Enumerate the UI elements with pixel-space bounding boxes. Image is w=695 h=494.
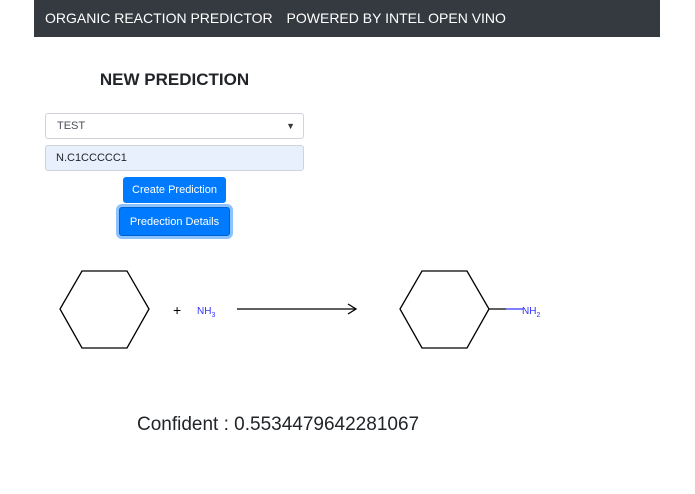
navbar-brand[interactable]: ORGANIC REACTION PREDICTOR (45, 10, 273, 26)
amine-group-label: NH2 (522, 306, 540, 319)
navbar: ORGANIC REACTION PREDICTOR POWERED BY IN… (34, 0, 660, 37)
cyclohexane-ring (59, 270, 150, 349)
navbar-tagline: POWERED BY INTEL OPEN VINO (286, 10, 506, 26)
reaction-diagram: + NH3 NH2 (59, 270, 540, 349)
confidence-score: Confident : 0.5534479642281067 (137, 414, 420, 435)
amine-group-label-sub: 2 (536, 312, 540, 319)
caret-down-icon: ▼ (286, 121, 295, 131)
amine-group-label-main: NH (522, 306, 536, 317)
ammonia-label-main: NH (197, 306, 211, 317)
new-prediction-title: NEW PREDICTION (99, 70, 250, 89)
page: ORGANIC REACTION PREDICTOR POWERED BY IN… (0, 0, 695, 494)
smiles-input[interactable] (45, 145, 304, 171)
cyclohexylamine-ring (399, 270, 490, 349)
ammonia-label-sub: 3 (211, 312, 215, 319)
model-select-value: TEST (57, 120, 86, 132)
ammonia-label: NH3 (197, 306, 215, 319)
model-select[interactable]: TEST ▼ (45, 113, 304, 139)
create-prediction-button[interactable]: Create Prediction (123, 177, 226, 203)
plus-sign: + (173, 302, 181, 318)
prediction-details-button[interactable]: Predection Details (119, 207, 230, 236)
